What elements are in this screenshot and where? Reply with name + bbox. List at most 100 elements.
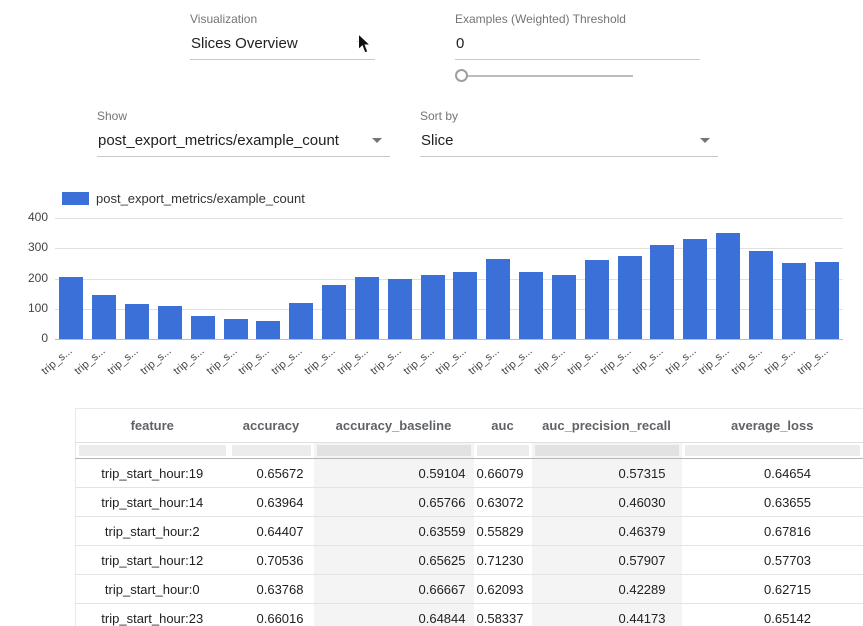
y-axis-tick-label: 200	[0, 271, 48, 286]
bar[interactable]	[552, 275, 576, 339]
threshold-slider[interactable]	[455, 69, 633, 83]
bar[interactable]	[519, 272, 543, 339]
metric-cell: 0.42289	[532, 575, 682, 604]
column-header-auc_precision_recall[interactable]: auc_precision_recall	[532, 409, 682, 443]
bar[interactable]	[322, 285, 346, 339]
table-header-row: featureaccuracyaccuracy_baselineaucauc_p…	[76, 409, 863, 443]
column-header-average_loss[interactable]: average_loss	[682, 409, 863, 443]
bar[interactable]	[815, 262, 839, 339]
bar[interactable]	[256, 321, 280, 339]
metric-cell: 0.46030	[532, 488, 682, 517]
column-header-accuracy_baseline[interactable]: accuracy_baseline	[314, 409, 474, 443]
table-row[interactable]: trip_start_hour:00.637680.666670.620930.…	[76, 575, 863, 604]
metric-cell: 0.55829	[474, 517, 532, 546]
filter-cell	[474, 443, 532, 459]
sort-select[interactable]: Slice	[420, 132, 718, 157]
dropdown-arrow-icon	[700, 138, 710, 143]
feature-cell: trip_start_hour:2	[76, 517, 229, 546]
table-row[interactable]: trip_start_hour:20.644070.635590.558290.…	[76, 517, 863, 546]
column-header-auc[interactable]: auc	[474, 409, 532, 443]
x-axis-labels: trip_s...trip_s...trip_s...trip_s...trip…	[55, 343, 843, 398]
metric-cell: 0.57703	[682, 546, 863, 575]
bar[interactable]	[716, 233, 740, 339]
visualization-label: Visualization	[190, 12, 375, 26]
metric-cell: 0.62715	[682, 575, 863, 604]
bar[interactable]	[289, 303, 313, 339]
bar-chart	[55, 218, 843, 339]
bar[interactable]	[125, 304, 149, 339]
metric-cell: 0.66667	[314, 575, 474, 604]
metric-cell: 0.71230	[474, 546, 532, 575]
column-header-feature[interactable]: feature	[76, 409, 229, 443]
filter-input[interactable]	[477, 445, 529, 456]
metric-cell: 0.65142	[682, 604, 863, 626]
metric-cell: 0.66079	[474, 459, 532, 488]
threshold-slider-handle[interactable]	[455, 69, 468, 82]
visualization-value: Slices Overview	[191, 35, 298, 52]
metric-select-value: post_export_metrics/example_count	[98, 132, 339, 149]
metric-cell: 0.64654	[682, 459, 863, 488]
table-row[interactable]: trip_start_hour:190.656720.591040.660790…	[76, 459, 863, 488]
filter-input[interactable]	[232, 445, 311, 456]
dropdown-arrow-icon	[372, 138, 382, 143]
dropdown-arrow-icon	[357, 41, 367, 46]
feature-cell: trip_start_hour:23	[76, 604, 229, 626]
metric-cell: 0.63655	[682, 488, 863, 517]
metric-cell: 0.63559	[314, 517, 474, 546]
bar[interactable]	[421, 275, 445, 339]
slider-track[interactable]	[461, 75, 633, 77]
bar[interactable]	[92, 295, 116, 339]
metric-cell: 0.44173	[532, 604, 682, 626]
visualization-select[interactable]: Slices Overview	[190, 35, 375, 60]
filter-input[interactable]	[79, 445, 226, 456]
metrics-table-container: featureaccuracyaccuracy_baselineaucauc_p…	[75, 408, 863, 626]
bar[interactable]	[388, 279, 412, 340]
table-row[interactable]: trip_start_hour:140.639640.657660.630720…	[76, 488, 863, 517]
bar[interactable]	[158, 306, 182, 339]
filter-cell	[532, 443, 682, 459]
bar[interactable]	[453, 272, 477, 339]
bar[interactable]	[683, 239, 707, 339]
sort-by-control: Sort by Slice	[420, 109, 718, 157]
table-row[interactable]: trip_start_hour:230.660160.648440.583370…	[76, 604, 863, 626]
metric-cell: 0.64844	[314, 604, 474, 626]
table-row[interactable]: trip_start_hour:120.705360.656250.712300…	[76, 546, 863, 575]
filter-row	[76, 443, 863, 459]
y-axis-tick-label: 100	[0, 301, 48, 316]
metric-cell: 0.46379	[532, 517, 682, 546]
bar[interactable]	[585, 260, 609, 339]
y-axis-tick-label: 400	[0, 210, 48, 225]
filter-input[interactable]	[535, 445, 679, 456]
bar[interactable]	[355, 277, 379, 339]
metric-cell: 0.65672	[229, 459, 314, 488]
bar[interactable]	[618, 256, 642, 339]
metric-cell: 0.59104	[314, 459, 474, 488]
metric-cell: 0.65625	[314, 546, 474, 575]
show-label: Show	[97, 109, 390, 123]
sort-select-value: Slice	[421, 132, 454, 149]
column-header-accuracy[interactable]: accuracy	[229, 409, 314, 443]
feature-cell: trip_start_hour:0	[76, 575, 229, 604]
metric-cell: 0.64407	[229, 517, 314, 546]
sort-by-label: Sort by	[420, 109, 718, 123]
metric-cell: 0.67816	[682, 517, 863, 546]
bar[interactable]	[191, 316, 215, 339]
bar[interactable]	[59, 277, 83, 339]
bar[interactable]	[486, 259, 510, 339]
bar[interactable]	[224, 319, 248, 339]
bar[interactable]	[749, 251, 773, 339]
bar[interactable]	[650, 245, 674, 339]
metric-cell: 0.57907	[532, 546, 682, 575]
filter-input[interactable]	[685, 445, 861, 456]
metric-cell: 0.65766	[314, 488, 474, 517]
metrics-table: featureaccuracyaccuracy_baselineaucauc_p…	[75, 408, 863, 626]
feature-cell: trip_start_hour:12	[76, 546, 229, 575]
filter-cell	[229, 443, 314, 459]
metric-select[interactable]: post_export_metrics/example_count	[97, 132, 390, 157]
filter-input[interactable]	[317, 445, 471, 456]
filter-cell	[314, 443, 474, 459]
bar[interactable]	[782, 263, 806, 339]
y-axis-tick-label: 0	[0, 331, 48, 346]
filter-cell	[682, 443, 863, 459]
threshold-input[interactable]: 0	[455, 35, 700, 60]
